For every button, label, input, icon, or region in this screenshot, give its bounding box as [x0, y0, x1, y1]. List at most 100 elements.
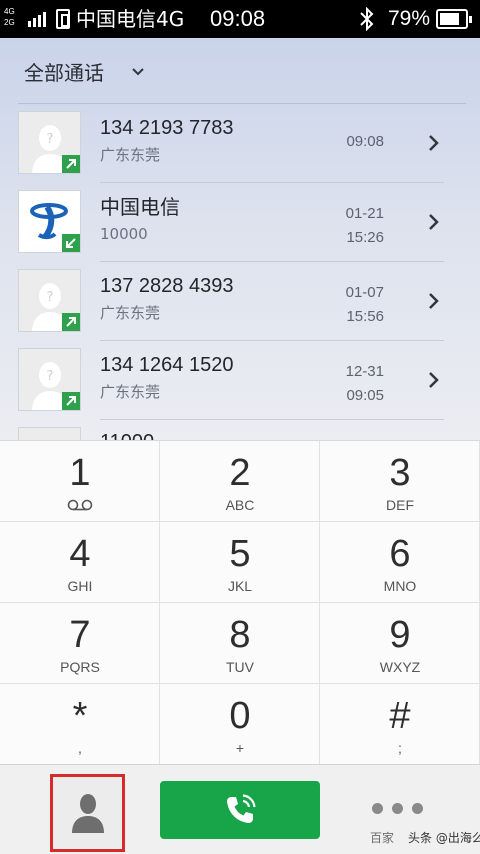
person-placeholder-icon: ?	[18, 348, 81, 411]
call-time: 15:26	[346, 229, 384, 246]
key-letters: PQRS	[60, 659, 100, 675]
battery-percent: 79%	[388, 7, 431, 30]
key-digit: 4	[69, 533, 91, 575]
call-time: 09:08	[346, 133, 384, 150]
network-4g-label: 4G	[4, 7, 15, 16]
key-hash[interactable]: # ;	[320, 684, 480, 765]
chevron-right-icon[interactable]	[427, 291, 441, 311]
status-bar: 4G 2G 中国电信4G 09:08 79%	[0, 0, 480, 38]
key-digit: 8	[229, 614, 251, 656]
call-date: 12-31	[345, 363, 384, 380]
person-placeholder-icon: ?	[18, 269, 81, 332]
call-button[interactable]	[160, 781, 320, 839]
person-placeholder-icon: ?	[18, 111, 81, 174]
key-1[interactable]: 1	[0, 441, 160, 522]
caller-location: 广东东莞	[100, 146, 161, 164]
divider	[100, 419, 444, 420]
divider	[100, 182, 444, 183]
key-4[interactable]: 4 GHI	[0, 522, 160, 603]
signal-strength-icon	[28, 9, 50, 27]
battery-icon	[436, 9, 472, 29]
call-filter-header[interactable]: 全部通话	[0, 38, 480, 104]
outgoing-call-icon	[62, 313, 80, 331]
incoming-call-icon	[62, 234, 80, 252]
key-letters: ;	[398, 740, 402, 756]
phone-icon	[227, 794, 256, 823]
key-letters: TUV	[226, 659, 254, 675]
key-2[interactable]: 2 ABC	[160, 441, 320, 522]
caller-number: 134 1264 1520	[100, 354, 234, 376]
call-time: 15:56	[346, 308, 384, 325]
key-8[interactable]: 8 TUV	[160, 603, 320, 684]
network-type-indicator: 4G 2G	[4, 6, 15, 28]
caller-number: 11000	[100, 429, 154, 440]
svg-text:?: ?	[47, 132, 54, 147]
key-7[interactable]: 7 PQRS	[0, 603, 160, 684]
key-digit: 5	[229, 533, 251, 575]
key-digit: 1	[69, 452, 91, 494]
svg-text:?: ?	[47, 290, 54, 305]
key-digit: *	[72, 695, 88, 737]
key-digit: 0	[229, 695, 251, 737]
key-letters: MNO	[383, 578, 417, 594]
watermark: 百家 头条 @出海么	[370, 830, 480, 846]
key-letters: DEF	[386, 497, 414, 513]
divider	[100, 340, 444, 341]
svg-text:?: ?	[47, 369, 54, 384]
call-time: 09:05	[346, 387, 384, 404]
call-filter-label[interactable]: 全部通话	[24, 60, 104, 86]
call-date: 01-21	[345, 205, 384, 222]
key-letters: ,	[78, 740, 82, 756]
divider	[100, 261, 444, 262]
key-letters: WXYZ	[379, 659, 421, 675]
key-digit: 3	[389, 452, 411, 494]
call-date: 01-07	[345, 284, 384, 301]
person-placeholder-icon	[18, 427, 81, 440]
divider	[18, 103, 466, 104]
person-icon	[72, 794, 104, 833]
caller-number: 10000	[100, 225, 148, 243]
key-digit: #	[389, 695, 411, 737]
outgoing-call-icon	[62, 155, 80, 173]
key-letters: ABC	[225, 497, 255, 513]
key-digit: 2	[229, 452, 251, 494]
call-log-row[interactable]: 11000	[0, 421, 480, 440]
call-log-panel: 全部通话 ? 134 2193 7783 广东东莞 09:08 中国电信 100…	[0, 38, 480, 440]
chevron-down-icon[interactable]	[130, 64, 146, 80]
bluetooth-icon	[360, 6, 374, 32]
caller-number: 137 2828 4393	[100, 275, 234, 297]
carrier-name: 中国电信4G	[76, 7, 185, 31]
network-2g-label: 2G	[4, 18, 15, 27]
key-digit: 7	[69, 614, 91, 656]
key-star[interactable]: * ,	[0, 684, 160, 765]
call-log-row[interactable]: 中国电信 10000 01-21 15:26	[0, 184, 480, 262]
chevron-right-icon[interactable]	[427, 133, 441, 153]
more-dots-icon[interactable]	[370, 795, 426, 821]
voicemail-icon	[67, 499, 93, 511]
key-3[interactable]: 3 DEF	[320, 441, 480, 522]
sim-card-icon	[56, 9, 70, 29]
contacts-button[interactable]	[50, 774, 125, 852]
key-0[interactable]: 0 +	[160, 684, 320, 765]
status-time: 09:08	[210, 6, 266, 31]
watermark-text: 头条 @出海么	[408, 831, 480, 845]
caller-number: 134 2193 7783	[100, 117, 234, 139]
dial-keypad: 1 2 ABC 3 DEF 4 GHI 5 JKL 6 MNO 7 PQRS 8…	[0, 440, 480, 765]
key-5[interactable]: 5 JKL	[160, 522, 320, 603]
caller-location: 广东东莞	[100, 304, 161, 322]
call-log-row[interactable]: ? 137 2828 4393 广东东莞 01-07 15:56	[0, 263, 480, 341]
key-digit: 6	[389, 533, 411, 575]
key-6[interactable]: 6 MNO	[320, 522, 480, 603]
key-letters: JKL	[227, 578, 253, 594]
chevron-right-icon[interactable]	[427, 212, 441, 232]
chevron-right-icon[interactable]	[427, 370, 441, 390]
caller-name: 中国电信	[100, 195, 180, 219]
call-log-row[interactable]: ? 134 2193 7783 广东东莞 09:08	[0, 105, 480, 183]
outgoing-call-icon	[62, 392, 80, 410]
key-digit: 9	[389, 614, 411, 656]
key-letters: +	[235, 740, 245, 756]
call-log-row[interactable]: ? 134 1264 1520 广东东莞 12-31 09:05	[0, 342, 480, 420]
caller-location: 广东东莞	[100, 383, 161, 401]
key-9[interactable]: 9 WXYZ	[320, 603, 480, 684]
watermark-prefix: 百家	[370, 831, 395, 845]
